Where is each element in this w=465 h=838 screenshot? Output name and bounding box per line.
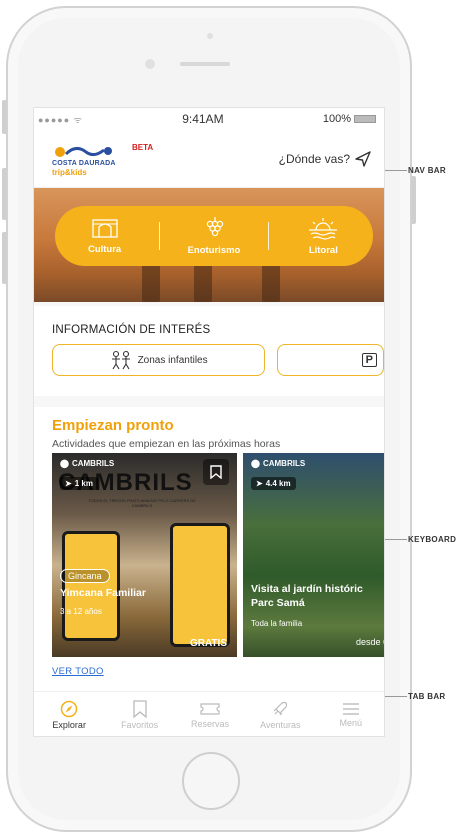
logo-text-region: COSTA DAURADA (52, 159, 116, 167)
view-all-link[interactable]: VER TODO (52, 666, 104, 677)
tab-explorar[interactable]: Explorar (39, 700, 99, 730)
nav-bar-annotation-line (385, 170, 407, 171)
card-price: desde 6 (355, 637, 385, 647)
card-image-phone (170, 523, 230, 647)
chip-parking[interactable]: P (277, 344, 384, 376)
section-subtitle: Actividades que empiezan en las próximas… (52, 438, 281, 450)
card-title: Visita al jardín históric (251, 583, 363, 595)
activity-card[interactable]: CAMBRILS TODOS EL TRESOR FRATS AMAGAT PE… (52, 453, 237, 657)
tab-label: Menú (339, 718, 362, 728)
tab-label: Reservas (190, 719, 229, 729)
monument-icon (91, 219, 118, 238)
proximity-sensor (145, 59, 155, 69)
navigation-arrow-icon: ➤ (65, 479, 72, 488)
tab-bar-annotation-line (385, 696, 407, 697)
app-logo[interactable]: BETA COSTA DAURADA trip&kids (52, 139, 162, 179)
tab-aventuras[interactable]: Aventuras (250, 700, 310, 730)
parking-icon: P (361, 353, 377, 367)
category-divider (268, 222, 270, 250)
beta-badge: BETA (132, 142, 154, 152)
nav-bar-annotation: NAV BAR (408, 166, 446, 175)
tab-reservas[interactable]: Reservas (180, 701, 240, 729)
card-image-phone (62, 531, 120, 641)
category-divider (158, 222, 160, 250)
tab-bar: Explorar Favoritos Reservas Aventuras Me… (34, 691, 384, 736)
card-audience: Toda la familia (251, 619, 303, 628)
tab-favoritos[interactable]: Favoritos (110, 700, 170, 730)
battery-icon (354, 115, 376, 123)
bookmark-icon (210, 465, 222, 479)
ticket-icon (200, 703, 220, 715)
compass-icon (60, 700, 78, 718)
earpiece-speaker (180, 62, 230, 66)
card-distance-label: 1 km (74, 479, 93, 488)
status-time: 9:41AM (182, 112, 224, 126)
kids-icon (111, 350, 130, 370)
location-arrow-icon (355, 150, 371, 167)
category-litoral[interactable]: Litoral (278, 216, 368, 256)
menu-icon (342, 703, 359, 715)
tab-label: Aventuras (260, 720, 301, 730)
status-bar: ●●●●● ᯤ 9:41AM 100% (34, 108, 384, 130)
info-title: INFORMACIÓN DE INTERÉS (52, 324, 211, 336)
battery-indicator: 100% (323, 113, 376, 125)
card-title: Yimcana Familiar (60, 587, 146, 599)
grapes-icon (206, 217, 224, 237)
tab-menu[interactable]: Menú (321, 702, 381, 728)
card-distance-label: 4.4 km (265, 479, 291, 488)
section-title: Empiezan pronto (52, 417, 174, 434)
card-location-label: CAMBRILS (262, 459, 306, 468)
category-label: Enoturismo (187, 245, 241, 256)
category-hero: Cultura Enoturismo Litoral (34, 188, 384, 302)
tab-bar-annotation: TAB BAR (408, 692, 446, 701)
category-cultura[interactable]: Cultura (60, 217, 150, 255)
category-selector: Cultura Enoturismo Litoral (55, 206, 373, 266)
app-screen: ●●●●● ᯤ 9:41AM 100% BETA COSTA DAURADA t… (33, 107, 385, 737)
navigation-arrow-icon: ➤ (256, 479, 263, 488)
tab-label: Explorar (52, 720, 86, 730)
card-age: 3 a 12 años (60, 607, 102, 616)
card-location: ⬤ CAMBRILS (251, 459, 305, 468)
card-image-caption: TODOS EL TRESOR FRATS AMAGAT PELS CARRER… (88, 498, 196, 508)
category-label: Litoral (308, 245, 338, 256)
info-chips: Zonas infantiles P (52, 344, 384, 376)
card-location-label: CAMBRILS (71, 459, 115, 468)
keyboard-annotation: KEYBOARD (408, 535, 457, 544)
tab-label: Favoritos (121, 720, 159, 730)
front-camera (207, 33, 213, 39)
destination-label: ¿Dónde vas? (278, 151, 350, 166)
card-title-line2: Parc Samá (251, 597, 305, 609)
card-price: GRATIS (189, 638, 227, 649)
category-label: Cultura (87, 244, 122, 255)
chip-zonas-infantiles[interactable]: Zonas infantiles (52, 344, 266, 376)
card-location: ⬤ CAMBRILS (60, 459, 114, 468)
card-tag: Gincana (60, 569, 110, 583)
category-enoturismo[interactable]: Enoturismo (169, 216, 259, 256)
chip-label: Zonas infantiles (137, 354, 208, 366)
logo-wave-icon (55, 146, 112, 157)
upcoming-section: Empiezan pronto Actividades que empiezan… (34, 407, 384, 697)
keyboard-annotation-line (385, 539, 407, 540)
info-section: INFORMACIÓN DE INTERÉS Zonas infantiles … (34, 306, 384, 396)
destination-button[interactable]: ¿Dónde vas? (279, 150, 372, 168)
pin-icon: ⬤ (251, 459, 260, 468)
nav-bar: BETA COSTA DAURADA trip&kids ¿Dónde vas? (34, 130, 384, 188)
activity-carousel[interactable]: CAMBRILS TODOS EL TRESOR FRATS AMAGAT PE… (52, 453, 385, 657)
bookmark-button[interactable] (203, 459, 229, 485)
rocket-icon (273, 701, 288, 716)
card-distance: ➤ 4.4 km (251, 477, 296, 490)
logo-text-brand: trip&kids (52, 167, 87, 177)
bookmark-icon (132, 700, 147, 718)
signal-indicator: ●●●●● ᯤ (38, 114, 83, 125)
mockup-stage: ●●●●● ᯤ 9:41AM 100% BETA COSTA DAURADA t… (0, 0, 465, 838)
home-button[interactable] (182, 752, 240, 810)
activity-card[interactable]: ⬤ CAMBRILS ➤ 4.4 km Visita al jardín his… (243, 453, 385, 657)
pin-icon: ⬤ (60, 459, 69, 468)
card-distance: ➤ 1 km (60, 477, 98, 490)
battery-percent: 100% (322, 113, 351, 125)
sunset-icon (309, 218, 338, 240)
